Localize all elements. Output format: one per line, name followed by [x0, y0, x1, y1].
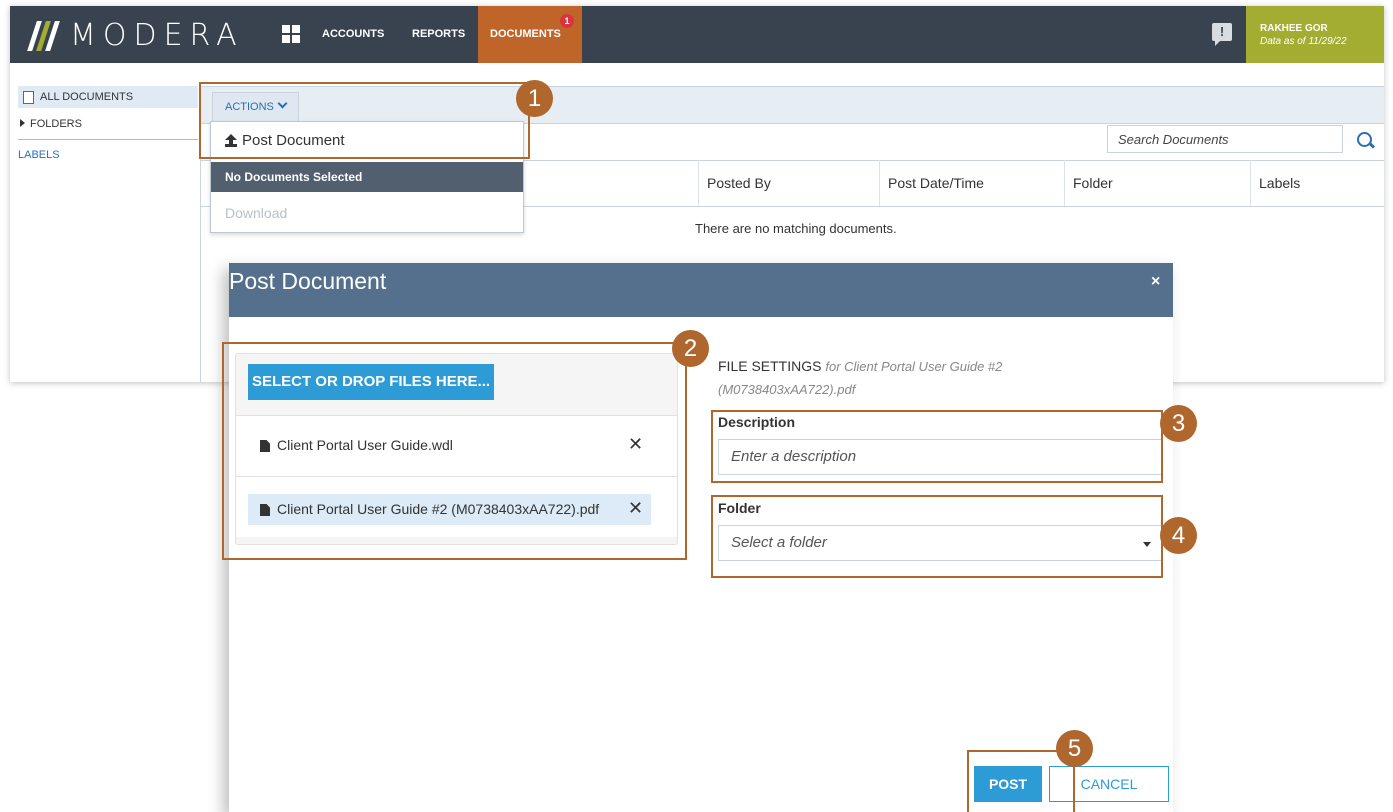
callout-number-3: 3 — [1160, 405, 1197, 442]
file-settings-title: FILE SETTINGS for Client Portal User Gui… — [718, 355, 1038, 401]
callout-number-5: 5 — [1056, 730, 1093, 767]
user-menu[interactable]: RAKHEE GOR Data as of 11/29/22 — [1246, 6, 1384, 63]
menu-item-download: Download — [225, 205, 288, 221]
logo[interactable]: MODERA — [27, 16, 244, 54]
callout-number-4: 4 — [1160, 517, 1197, 554]
user-name: RAKHEE GOR — [1260, 23, 1328, 34]
callout-box-3 — [711, 410, 1163, 483]
sidebar-item-label: FOLDERS — [30, 118, 82, 130]
dashboard-grid-icon[interactable] — [282, 25, 300, 43]
column-header-labels[interactable]: Labels — [1250, 160, 1369, 206]
document-icon — [23, 91, 34, 104]
nav-documents[interactable]: DOCUMENTS 1 — [478, 6, 582, 63]
logo-mark-icon — [27, 17, 60, 53]
nav-reports[interactable]: REPORTS — [412, 6, 465, 63]
data-as-of: Data as of 11/29/22 — [1260, 36, 1347, 47]
search-icon[interactable] — [1357, 132, 1372, 147]
selection-header-label: No Documents Selected — [225, 170, 363, 184]
divider — [18, 139, 198, 140]
sidebar: ALL DOCUMENTS FOLDERS LABELS — [10, 63, 198, 382]
column-header-posted-by[interactable]: Posted By — [698, 160, 879, 206]
callout-box-4 — [711, 495, 1163, 578]
sidebar-item-label: ALL DOCUMENTS — [40, 91, 134, 103]
sidebar-item-labels[interactable]: LABELS — [18, 149, 60, 161]
documents-badge: 1 — [560, 14, 574, 28]
logo-text: MODERA — [70, 17, 244, 53]
callout-number-2: 2 — [672, 330, 709, 367]
nav-documents-label: DOCUMENTS — [490, 28, 561, 40]
dialog-header: Post Document × — [229, 263, 1173, 317]
sidebar-item-folders[interactable]: FOLDERS — [20, 118, 82, 130]
feedback-chat-icon[interactable]: ! — [1212, 23, 1232, 46]
column-header-post-date[interactable]: Post Date/Time — [879, 160, 1064, 206]
callout-box-2 — [222, 342, 687, 560]
close-icon[interactable]: × — [1151, 273, 1160, 291]
top-nav: MODERA ACCOUNTS REPORTS DOCUMENTS 1 ! RA… — [10, 6, 1384, 63]
empty-message: There are no matching documents. — [695, 221, 897, 236]
dialog-title: Post Document — [229, 268, 387, 294]
file-settings-label: FILE SETTINGS — [718, 358, 822, 374]
callout-box-1 — [199, 82, 530, 159]
callout-number-1: 1 — [516, 80, 553, 117]
search-input[interactable]: Search Documents — [1107, 125, 1343, 153]
selection-header: No Documents Selected — [211, 162, 523, 192]
caret-right-icon — [20, 119, 25, 127]
nav-accounts[interactable]: ACCOUNTS — [322, 6, 384, 63]
sidebar-item-all-documents[interactable]: ALL DOCUMENTS — [18, 86, 198, 108]
column-header-folder[interactable]: Folder — [1064, 160, 1249, 206]
